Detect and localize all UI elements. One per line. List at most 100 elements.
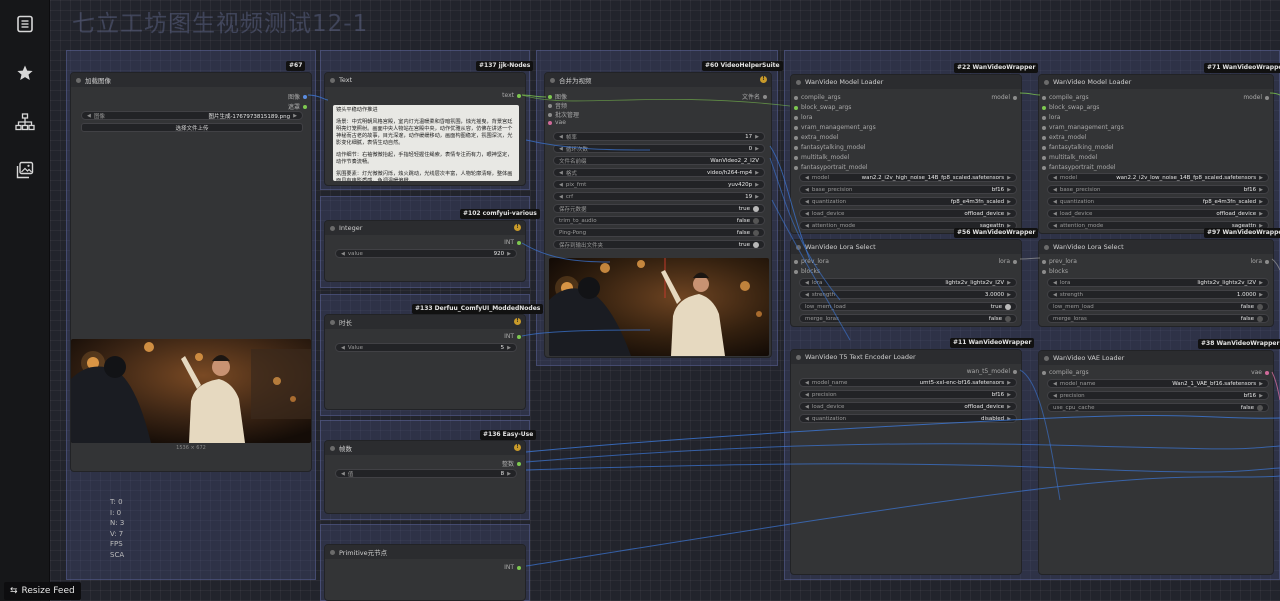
strength-widget[interactable]: ◀ strength 1.0000 ▶ [1047,290,1269,299]
model-loader-node[interactable]: WanVideo Model Loader model compile_args… [790,74,1022,234]
prompt-text-area[interactable]: 镜头平稳动作推进 场景：中式明朝风格宫殿，室内灯光温暖柔和昏暗氛围，烛光摇曳，背… [333,105,519,181]
collapse-dot[interactable] [1044,244,1049,250]
output-port-lora[interactable]: lora [1251,258,1269,265]
input-port-vram-management-args[interactable]: vram_management_args [1042,124,1124,131]
video-preview[interactable] [549,258,769,356]
input-port-lora[interactable]: lora [794,114,812,121]
output-port-lora[interactable]: lora [999,258,1017,265]
node-header[interactable]: WanVideo VAE Loader [1039,351,1273,365]
load-device-widget[interactable]: ◀ load_device offload_device ▶ [1047,209,1269,218]
collapse-dot[interactable] [330,77,335,83]
value-widget[interactable]: ◀ value 920 ▶ [335,249,517,258]
ping-pong-toggle[interactable]: Ping-Pong false [553,228,765,237]
node-header[interactable]: Text [325,73,525,87]
output-port-filenames[interactable]: 文件名 [742,92,767,101]
collapse-dot[interactable] [796,244,801,250]
input-port-images[interactable]: 图像 [548,92,567,101]
base-precision-widget[interactable]: ◀ base_precision bf16 ▶ [1047,185,1269,194]
output-port-int[interactable]: INT [504,564,521,571]
lora-select-widget[interactable]: ◀ lora lightx2v_lightx2v_I2V ▶ [799,278,1017,287]
input-port-fantasyportrait-model[interactable]: fantasyportrait_model [1042,164,1115,171]
precision-widget[interactable]: ◀ precision bf16 ▶ [799,390,1017,399]
strength-widget[interactable]: ◀ strength 3.0000 ▶ [799,290,1017,299]
input-port-multitalk-model[interactable]: multitalk_model [1042,154,1097,161]
video-combine-node[interactable]: 合并为视频 ! 图像 音频 批次管理 vae 文件名 ◀ 帧率 17 ▶ ◀ 循环次数 0… [544,72,772,358]
load-device-widget[interactable]: ◀ load_device offload_device ▶ [799,402,1017,411]
duration-node[interactable]: 时长 ! INT ◀ Value 5 ▶ [324,314,526,410]
save-output-toggle[interactable]: 保存到输出文件夹 true [553,240,765,249]
input-port-vram-management-args[interactable]: vram_management_args [794,124,876,131]
input-port-audio[interactable]: 音频 [548,101,567,110]
input-port-prev-lora[interactable]: prev_lora [1042,258,1077,265]
input-port-prev-lora[interactable]: prev_lora [794,258,829,265]
trim-to-audio-toggle[interactable]: trim_to_audio false [553,216,765,225]
use-cpu-cache-toggle[interactable]: use_cpu_cache false [1047,403,1269,412]
merge-loras-toggle[interactable]: merge_loras false [799,314,1017,323]
model-name-widget[interactable]: ◀ model_name umt5-xxl-enc-bf16.safetensors… [799,378,1017,387]
node-header[interactable]: WanVideo Lora Select [1039,240,1273,254]
input-port-vae[interactable]: vae [548,119,566,126]
frame-rate-widget[interactable]: ◀ 帧率 17 ▶ [553,132,765,141]
input-port-extra-model[interactable]: extra_model [794,134,838,141]
lora-select-node[interactable]: WanVideo Lora Select lora prev_lora bloc… [1038,239,1274,327]
node-header[interactable]: Primitive元节点 [325,545,525,559]
merge-loras-toggle[interactable]: merge_loras false [1047,314,1269,323]
filename-prefix-widget[interactable]: 文件名前缀 WanVideo2_2_I2V [553,156,765,165]
input-port-block-swap-args[interactable]: block_swap_args [1042,104,1099,111]
crf-widget[interactable]: ◀ crf 19 ▶ [553,192,765,201]
low-mem-load-toggle[interactable]: low_mem_load false [1047,302,1269,311]
node-header[interactable]: WanVideo Model Loader [791,75,1021,89]
node-header[interactable]: 时长 [325,315,525,329]
output-port-model[interactable]: model [991,94,1017,101]
output-port-vae[interactable]: vae [1251,369,1269,376]
upload-file-button[interactable]: 选择文件上传 [81,123,303,132]
node-tree-icon[interactable] [13,110,37,134]
t5-encoder-loader-node[interactable]: WanVideo T5 Text Encoder Loader wan_t5_m… [790,349,1022,575]
model-loader-node[interactable]: WanVideo Model Loader model compile_args… [1038,74,1274,234]
node-header[interactable]: WanVideo Lora Select [791,240,1021,254]
input-port-block-swap-args[interactable]: block_swap_args [794,104,851,111]
integer-node[interactable]: Integer ! INT ◀ value 920 ▶ [324,220,526,282]
quantization-widget[interactable]: ◀ quantization fp8_e4m3fn_scaled ▶ [799,197,1017,206]
frame-count-node[interactable]: 帧数 ! 整数 ◀ 值 8 ▶ [324,440,526,514]
input-port-blocks[interactable]: blocks [1042,268,1068,275]
quantization-widget[interactable]: ◀ quantization fp8_e4m3fn_scaled ▶ [1047,197,1269,206]
node-header[interactable]: 帧数 [325,441,525,455]
collapse-dot[interactable] [330,319,335,325]
pix-fmt-widget[interactable]: ◀ pix_fmt yuv420p ▶ [553,180,765,189]
collapse-dot[interactable] [550,77,555,83]
output-port-int[interactable]: INT [504,239,521,246]
node-header[interactable]: 加载图像 [71,73,311,87]
format-widget[interactable]: ◀ 格式 video/h264-mp4 ▶ [553,168,765,177]
load-image-node[interactable]: 加载图像 图像 遮罩 ◀ 图像 图片生成-1767973815189.png ▶ 选… [70,72,312,472]
input-port-lora[interactable]: lora [1042,114,1060,121]
output-port-t5-model[interactable]: wan_t5_model [967,368,1017,375]
collapse-dot[interactable] [76,77,81,83]
input-port-compile-args[interactable]: compile_args [1042,369,1089,376]
vae-loader-node[interactable]: WanVideo VAE Loader vae compile_args ◀ mo… [1038,350,1274,575]
resize-feed-button[interactable]: ⇆ Resize Feed [4,582,81,600]
input-port-multitalk-model[interactable]: multitalk_model [794,154,849,161]
output-port-int[interactable]: INT [504,333,521,340]
base-precision-widget[interactable]: ◀ base_precision bf16 ▶ [799,185,1017,194]
model-select-widget[interactable]: ◀ model wan2.2_i2v_low_noise_14B_fp8_scale… [1047,173,1269,182]
quantization-widget[interactable]: ◀ quantization disabled ▶ [799,414,1017,423]
star-icon[interactable] [13,61,37,85]
collapse-dot[interactable] [796,354,801,360]
node-header[interactable]: WanVideo T5 Text Encoder Loader [791,350,1021,364]
image-select-widget[interactable]: ◀ 图像 图片生成-1767973815189.png ▶ [81,111,303,120]
save-metadata-toggle[interactable]: 保存元数据 true [553,204,765,213]
text-node[interactable]: Text text 镜头平稳动作推进 场景：中式明朝风格宫殿，室内灯光温暖柔和昏… [324,72,526,186]
low-mem-load-toggle[interactable]: low_mem_load true [799,302,1017,311]
node-header[interactable]: WanVideo Model Loader [1039,75,1273,89]
input-port-fantasytalking-model[interactable]: fantasytalking_model [1042,144,1113,151]
collapse-dot[interactable] [1044,355,1049,361]
input-port-extra-model[interactable]: extra_model [1042,134,1086,141]
precision-widget[interactable]: ◀ precision bf16 ▶ [1047,391,1269,400]
input-port-compile-args[interactable]: compile_args [1042,94,1089,101]
collapse-dot[interactable] [796,79,801,85]
collapse-dot[interactable] [1044,79,1049,85]
workflow-canvas[interactable]: 七立工坊图生视频测试12-1 加载图像 图像 遮罩 ◀ 图像 图片生成-17679… [50,0,1280,601]
primitive-node[interactable]: Primitive元节点 INT [324,544,526,601]
input-port-fantasyportrait-model[interactable]: fantasyportrait_model [794,164,867,171]
